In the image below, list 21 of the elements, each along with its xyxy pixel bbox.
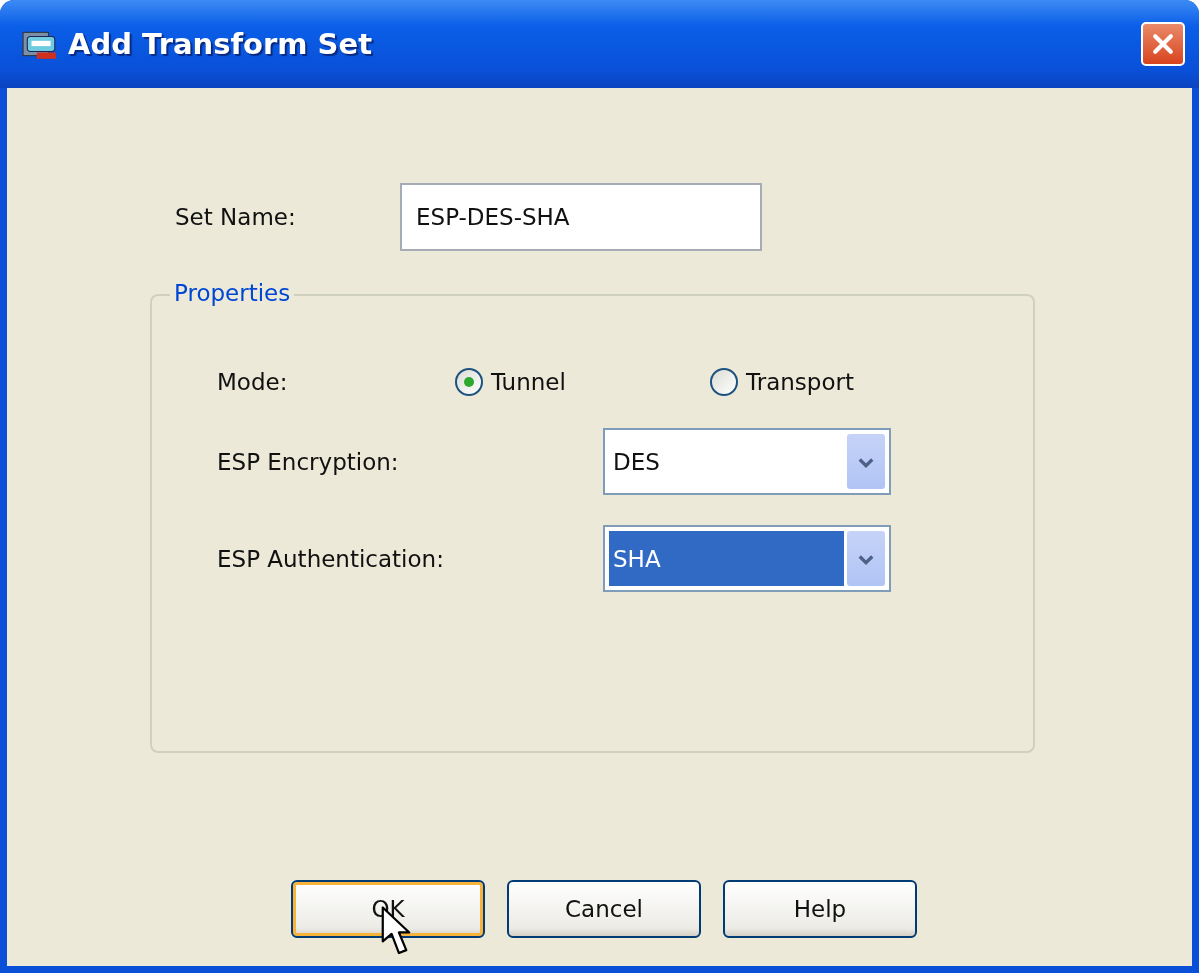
set-name-field[interactable]: ESP-DES-SHA [400,183,762,251]
dropdown-value: DES [612,447,661,477]
group-title: Properties [170,280,295,306]
close-button[interactable] [1141,22,1185,66]
field-label: Set Name: [175,204,297,230]
dropdown[interactable]: DES [603,428,891,495]
radio-label[interactable]: Transport [746,369,854,395]
dropdown[interactable]: SHA [603,525,891,592]
radio-button[interactable] [455,368,483,396]
field-label: ESP Authentication: [217,545,445,572]
radio-label[interactable]: Tunnel [491,369,566,395]
dialog-button[interactable]: Cancel [507,880,701,938]
dropdown-arrow-button[interactable] [847,531,885,586]
dropdown-value: SHA [609,531,844,586]
dropdown-arrow-button[interactable] [847,434,885,489]
dialog-button[interactable]: Help [723,880,917,938]
field-label: ESP Encryption: [217,448,400,475]
window-title: Add Transform Set [68,27,373,61]
radio-button[interactable] [710,368,738,396]
close-icon [1150,31,1176,57]
field-label: Mode: [217,369,289,395]
